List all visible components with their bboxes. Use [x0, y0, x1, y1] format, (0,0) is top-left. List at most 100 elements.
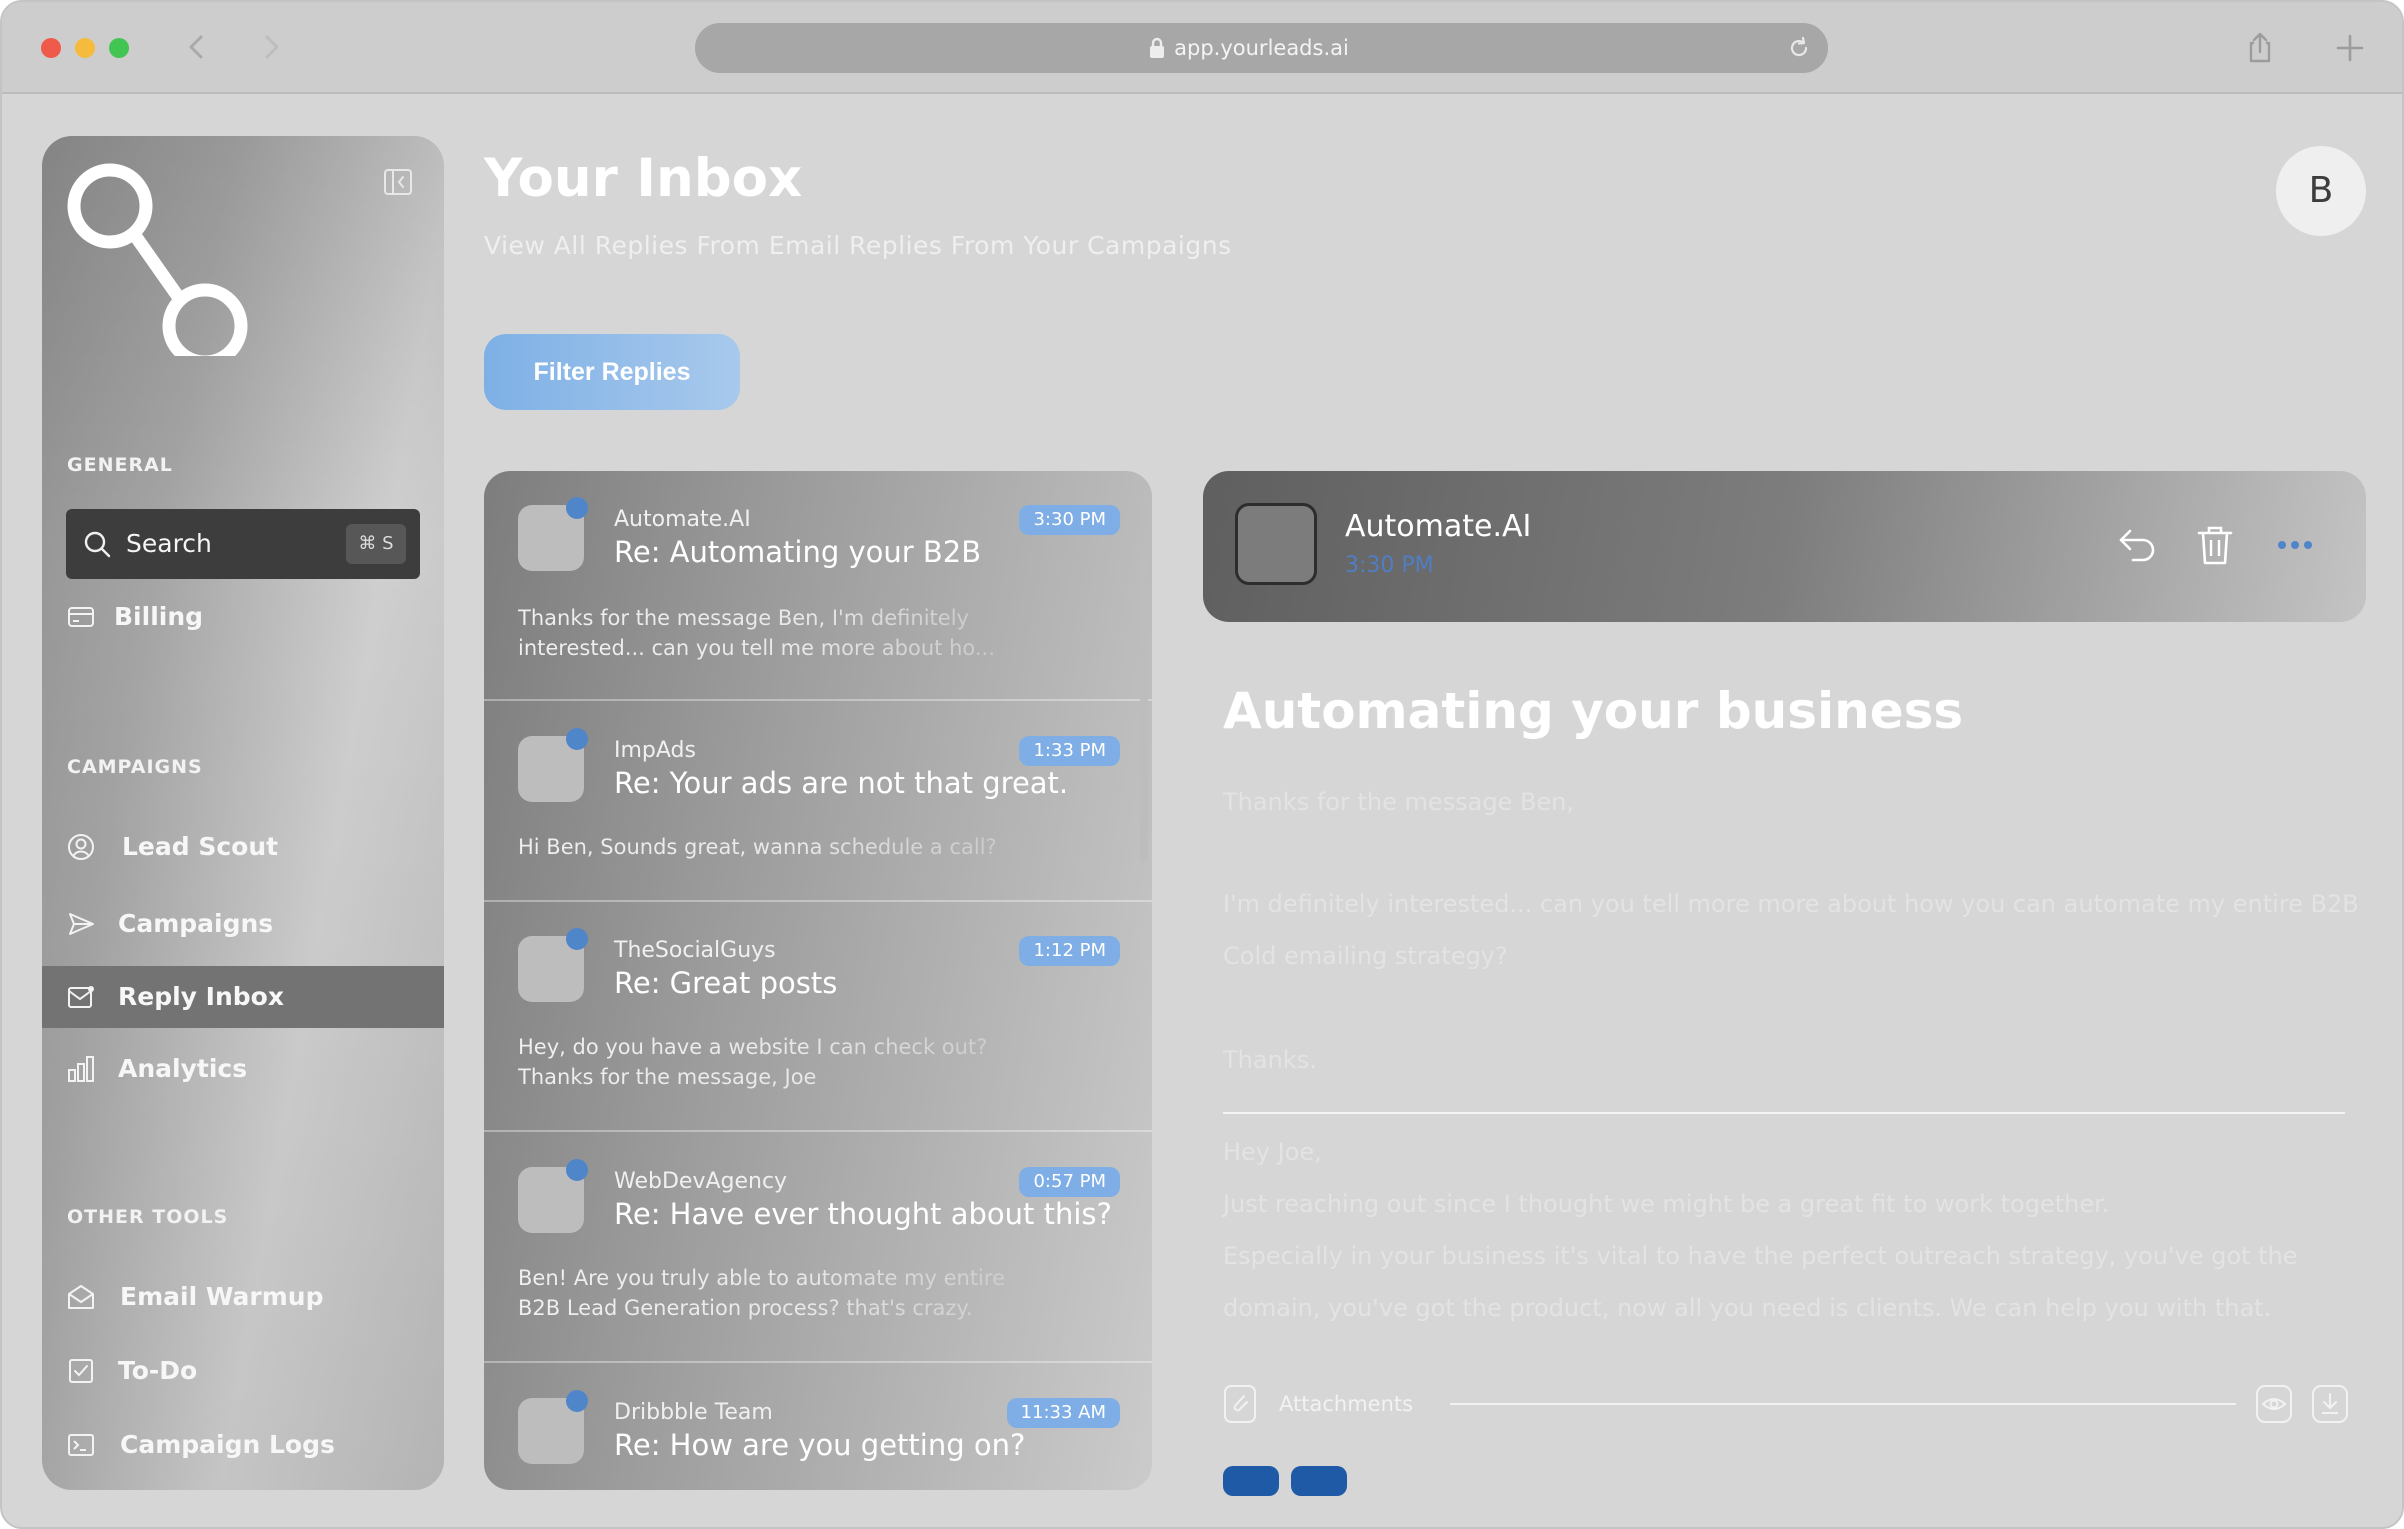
attachment-chip[interactable]	[1223, 1466, 1279, 1496]
filter-replies-button[interactable]: Filter Replies	[484, 334, 740, 410]
paperclip-icon	[1224, 1385, 1256, 1423]
reply-icon[interactable]	[2115, 523, 2159, 567]
message-time-badge: 3:30 PM	[1019, 505, 1120, 535]
sidebar-item-label: Campaigns	[118, 909, 274, 938]
sidebar-item-lead-scout[interactable]: Lead Scout	[42, 816, 444, 878]
attachments-divider	[1450, 1403, 2236, 1405]
email-body-line: Thanks for the message Ben,	[1223, 788, 1575, 816]
message-subject: Re: Great posts	[614, 966, 838, 1000]
email-body-line: Thanks.	[1223, 1046, 1317, 1074]
message-preview: Ben! Are you truly able to automate my e…	[518, 1263, 1038, 1323]
search-label: Search	[126, 529, 212, 558]
credit-card-icon	[68, 607, 94, 627]
message-item[interactable]: Automate.AI Re: Automating your B2B 3:30…	[484, 471, 1152, 701]
page-subtitle: View All Replies From Email Replies From…	[484, 231, 1232, 260]
message-item[interactable]: Dribbble Team Re: How are you getting on…	[484, 1364, 1152, 1490]
unread-indicator	[566, 728, 588, 750]
message-sender: TheSocialGuys	[614, 938, 776, 963]
message-sender: Dribbble Team	[614, 1400, 773, 1425]
collapse-sidebar-icon[interactable]	[382, 166, 414, 198]
message-time-badge: 1:33 PM	[1019, 736, 1120, 766]
forward-arrow-icon[interactable]	[254, 30, 288, 64]
sidebar-item-analytics[interactable]: Analytics	[42, 1038, 444, 1100]
sidebar-search[interactable]: Search ⌘ S	[66, 509, 420, 579]
address-bar[interactable]: app.yourleads.ai	[695, 23, 1828, 73]
message-item[interactable]: WebDevAgency Re: Have ever thought about…	[484, 1133, 1152, 1363]
search-icon	[84, 531, 111, 558]
new-tab-plus-icon[interactable]	[2332, 30, 2368, 66]
send-icon	[69, 913, 94, 935]
app-logo	[67, 163, 248, 356]
checkbox-icon	[69, 1359, 93, 1383]
trash-icon[interactable]	[2193, 523, 2237, 567]
quoted-line: Hey Joe,	[1223, 1138, 1322, 1166]
message-time-badge: 0:57 PM	[1019, 1167, 1120, 1197]
email-divider	[1223, 1112, 2345, 1114]
attachment-chip[interactable]	[1291, 1466, 1347, 1496]
message-subject: Re: How are you getting on?	[614, 1428, 1026, 1462]
reload-icon[interactable]	[1786, 35, 1812, 61]
quoted-line: domain, you've got the product, now all …	[1223, 1294, 2272, 1322]
reader-header: Automate.AI 3:30 PM	[1203, 471, 2366, 622]
browser-toolbar: app.yourleads.ai	[2, 2, 2402, 94]
message-time-badge: 11:33 AM	[1006, 1398, 1120, 1428]
unread-indicator	[566, 1159, 588, 1181]
url-text: app.yourleads.ai	[1174, 36, 1349, 60]
reader-sender: Automate.AI	[1345, 509, 1532, 544]
back-arrow-icon[interactable]	[180, 30, 214, 64]
page-title: Your Inbox	[484, 148, 803, 209]
eye-icon[interactable]	[2255, 1384, 2293, 1424]
open-envelope-icon	[68, 1285, 94, 1309]
section-label-general: GENERAL	[67, 454, 173, 476]
unread-indicator	[566, 497, 588, 519]
sidebar-item-label: Analytics	[118, 1054, 248, 1083]
message-sender: Automate.AI	[614, 507, 751, 532]
message-subject: Re: Your ads are not that great.	[614, 766, 1069, 800]
terminal-icon	[68, 1434, 94, 1456]
download-icon[interactable]	[2311, 1384, 2349, 1424]
message-preview: Thanks for the message Ben, I'm definite…	[518, 603, 1038, 663]
attachments-row: Attachments	[1223, 1382, 2348, 1426]
message-subject: Re: Automating your B2B	[614, 535, 982, 569]
sidebar-item-label: To-Do	[118, 1356, 198, 1385]
sidebar-item-reply-inbox[interactable]: Reply Inbox	[42, 966, 444, 1028]
message-list-scrollbar[interactable]	[1140, 555, 1148, 863]
more-options-icon[interactable]	[2273, 523, 2317, 567]
unread-indicator	[566, 928, 588, 950]
sidebar: GENERAL Search ⌘ S Billing CAMPAIGNS Lea…	[42, 136, 444, 1490]
email-body-line: I'm definitely interested... can you tel…	[1223, 890, 2359, 918]
reader-time: 3:30 PM	[1345, 553, 1434, 578]
sender-thumbnail	[1235, 503, 1317, 585]
share-icon[interactable]	[2242, 30, 2278, 66]
section-label-campaigns: CAMPAIGNS	[67, 756, 203, 778]
sidebar-item-billing[interactable]: Billing	[42, 586, 444, 648]
sidebar-item-label: Lead Scout	[122, 832, 279, 861]
sidebar-item-campaigns[interactable]: Campaigns	[42, 893, 444, 955]
minimize-window-button[interactable]	[75, 38, 95, 58]
sidebar-item-campaign-logs[interactable]: Campaign Logs	[42, 1414, 444, 1476]
section-label-other-tools: OTHER TOOLS	[67, 1206, 229, 1228]
user-avatar[interactable]: B	[2276, 146, 2366, 236]
quoted-line: Especially in your business it's vital t…	[1223, 1242, 2298, 1270]
quoted-line: Just reaching out since I thought we mig…	[1223, 1190, 2110, 1218]
sidebar-item-email-warmup[interactable]: Email Warmup	[42, 1266, 444, 1328]
browser-window: app.yourleads.ai GENERAL Search ⌘ S Bill…	[0, 0, 2404, 1529]
user-circle-icon	[68, 834, 94, 860]
sidebar-item-todo[interactable]: To-Do	[42, 1340, 444, 1402]
email-title: Automating your business	[1223, 682, 1964, 740]
attachments-label: Attachments	[1279, 1392, 1414, 1416]
unread-indicator	[566, 1390, 588, 1412]
message-list: Automate.AI Re: Automating your B2B 3:30…	[484, 471, 1152, 1490]
inbox-mail-icon	[68, 986, 94, 1008]
message-item[interactable]: ImpAds Re: Your ads are not that great. …	[484, 702, 1152, 902]
maximize-window-button[interactable]	[109, 38, 129, 58]
sidebar-item-label: Billing	[114, 602, 204, 631]
email-body-line: Cold emailing strategy?	[1223, 942, 1508, 970]
message-subject: Re: Have ever thought about this?	[614, 1197, 1112, 1231]
sidebar-item-label: Reply Inbox	[118, 982, 284, 1011]
close-window-button[interactable]	[41, 38, 61, 58]
bar-chart-icon	[68, 1056, 94, 1082]
message-item[interactable]: TheSocialGuys Re: Great posts 1:12 PM He…	[484, 902, 1152, 1132]
message-preview: Hey, do you have a website I can check o…	[518, 1032, 1038, 1092]
sidebar-item-label: Email Warmup	[120, 1282, 324, 1311]
